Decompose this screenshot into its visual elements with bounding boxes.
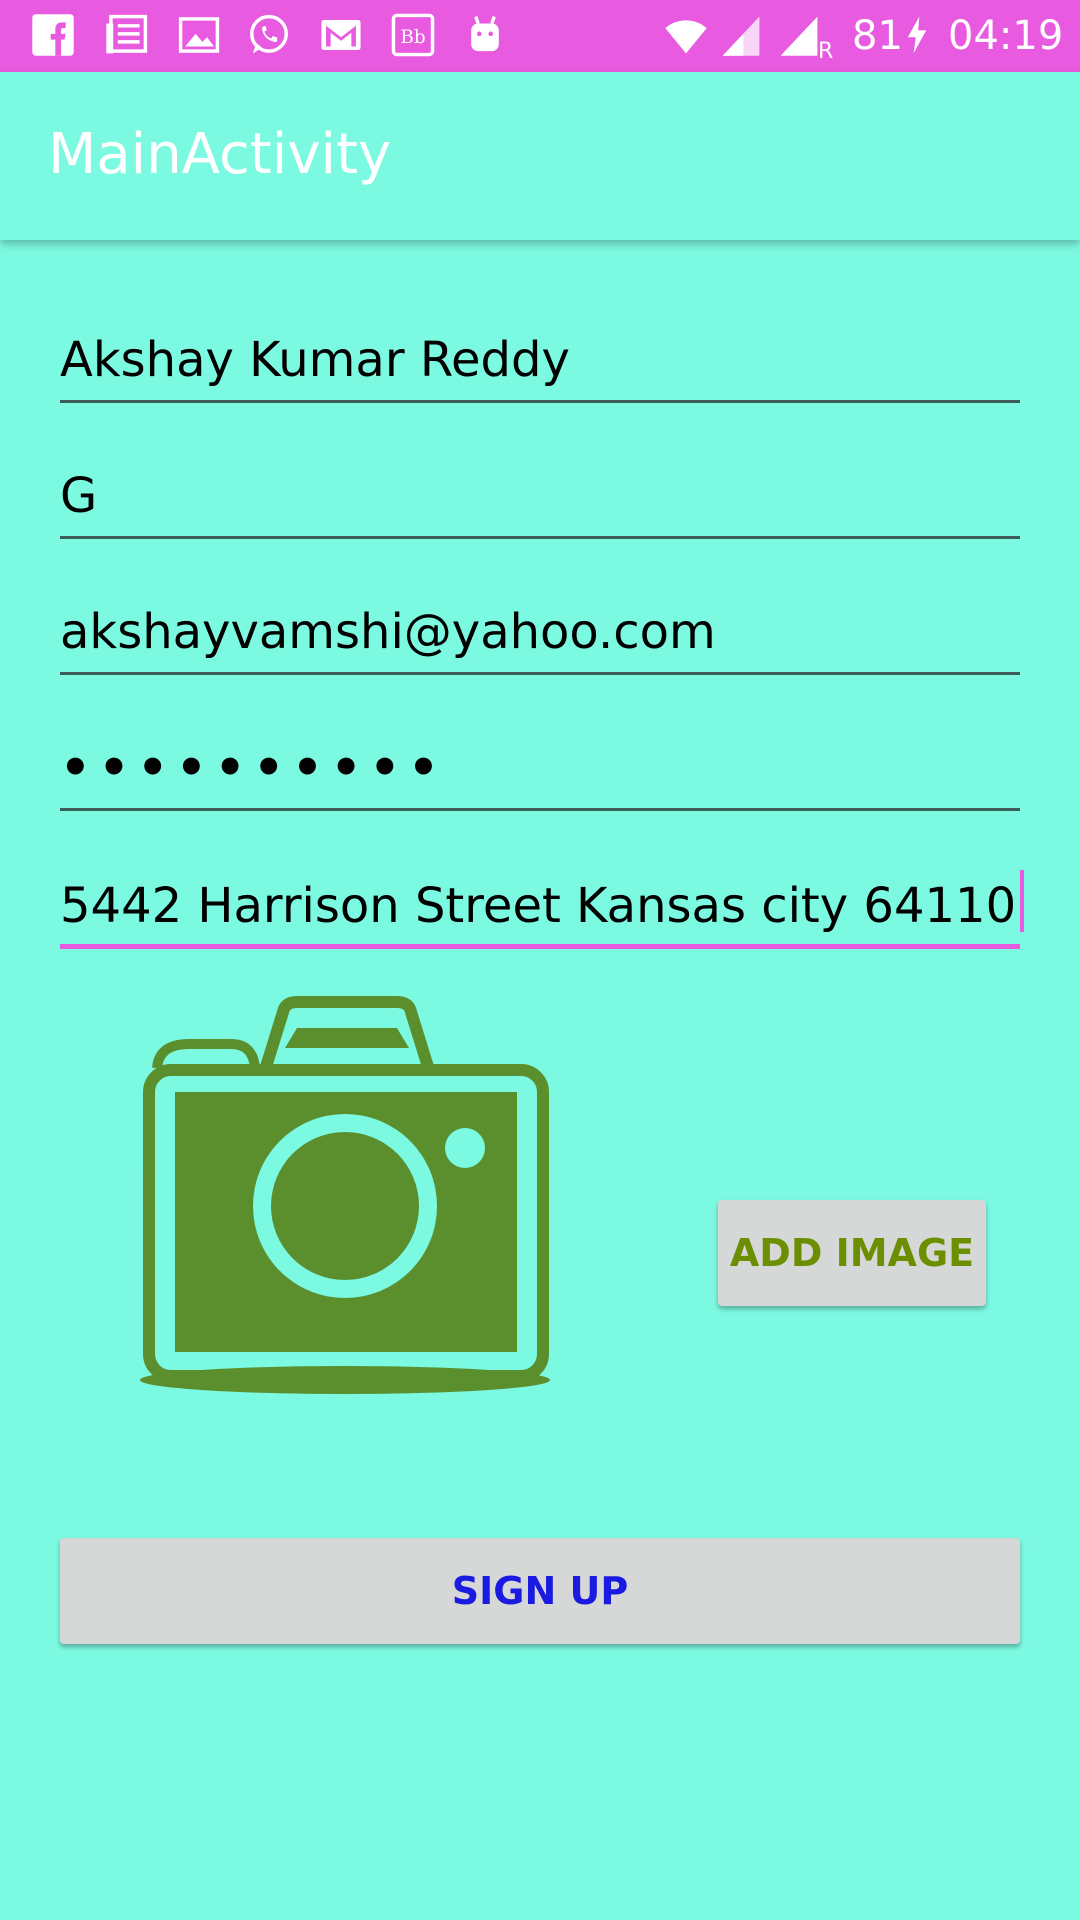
email-value: akshayvamshi@yahoo.com [60, 604, 716, 660]
whatsapp-icon [250, 14, 288, 54]
android-icon [471, 16, 499, 52]
text-cursor [1020, 870, 1025, 932]
address-value: 5442 Harrison Street Kansas city 64110 [60, 878, 1017, 934]
password-field[interactable]: •••••••••• [60, 718, 1020, 811]
blackboard-icon: Bb [391, 13, 435, 57]
last-name-value: G [60, 468, 98, 524]
signal-icon [722, 16, 760, 56]
svg-text:Bb: Bb [400, 27, 425, 48]
address-text-wrap: 5442 Harrison Street Kansas city 64110 [60, 870, 1025, 934]
password-value: •••••••••• [60, 740, 447, 796]
address-field[interactable]: 5442 Harrison Street Kansas city 64110 [60, 854, 1025, 949]
gmail-icon [321, 20, 361, 50]
news-icon [106, 14, 148, 54]
last-name-field[interactable]: G [60, 446, 1020, 539]
clock: 04:19 [948, 13, 1064, 59]
camera-icon[interactable] [135, 990, 555, 1400]
wifi-icon [665, 20, 707, 54]
status-bar: Bb R 81 04:19 [0, 0, 1080, 72]
first-name-value: Akshay Kumar Reddy [60, 332, 570, 388]
gallery-icon [178, 17, 220, 53]
facebook-icon [32, 14, 74, 56]
email-field[interactable]: akshayvamshi@yahoo.com [60, 582, 1020, 675]
page-title: MainActivity [48, 122, 392, 187]
charging-icon [907, 16, 927, 54]
first-name-field[interactable]: Akshay Kumar Reddy [60, 310, 1020, 403]
sign-up-button[interactable]: SIGN UP [60, 1538, 1020, 1644]
add-image-button[interactable]: ADD IMAGE [718, 1200, 986, 1306]
app-bar: MainActivity [0, 72, 1080, 240]
signal-roaming-icon [780, 16, 818, 56]
battery-level: 81 [852, 13, 903, 59]
